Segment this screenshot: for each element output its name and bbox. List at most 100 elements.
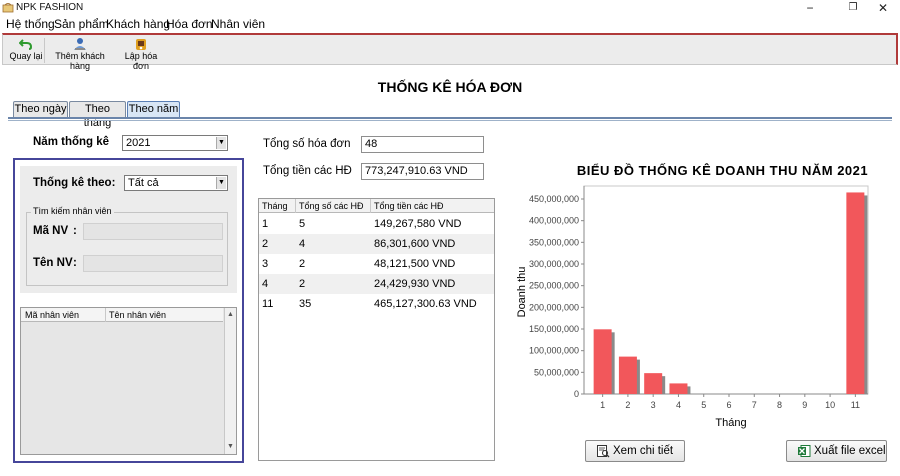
x-tick-label: 10 [825,400,835,410]
add-customer-label: Thêm khách hàng [55,51,105,71]
invoice-amount-cell: 465,127,300.63 VND [374,298,477,310]
x-tick-label: 8 [777,400,782,410]
employee-name-colon: : [73,257,77,269]
y-tick-label: 150,000,000 [529,324,579,334]
x-tick-label: 7 [752,400,757,410]
month-cell: 4 [262,278,269,290]
invoice-count-cell: 5 [299,218,306,230]
add-customer-button[interactable]: Thêm khách hàng [46,37,114,71]
employee-table-header: Mã nhân viên Tên nhân viên [21,308,223,322]
menu-system[interactable]: Hệ thống [6,17,55,31]
chevron-down-icon: ▼ [216,177,226,189]
table-row[interactable]: 11 35 465,127,300.63 VND [259,294,494,314]
menu-products[interactable]: Sản phẩm [54,17,109,31]
employee-id-colon: : [73,225,77,237]
invoice-icon [136,39,146,50]
table-row[interactable]: 4 2 24,429,930 VND [259,274,494,294]
scroll-up-icon[interactable]: ▲ [225,310,236,320]
employee-table-scrollbar[interactable]: ▲ ▼ [224,308,236,454]
y-tick-label: 100,000,000 [529,346,579,356]
menu-employees[interactable]: Nhân viên [211,17,265,31]
month-cell: 1 [262,218,269,230]
create-invoice-label: Lập hóa đơn [124,51,158,71]
chart-title: BIỂU ĐỒ THỐNG KÊ DOANH THU NĂM 2021 [576,163,869,178]
year-select[interactable]: 2021 ▼ [122,135,228,151]
undo-arrow-icon [19,39,33,50]
back-label: Quay lại [9,51,43,61]
y-tick-label: 250,000,000 [529,281,579,291]
filter-by-select-value: Tất cả [128,177,159,189]
x-axis: 1 2 3 4 5 6 7 8 9 10 11 [584,393,868,410]
view-detail-button[interactable]: Xem chi tiết [585,440,685,462]
tab-divider-secondary [8,120,892,121]
tab-divider [8,117,892,119]
y-tick-label: 350,000,000 [529,237,579,247]
column-divider [295,199,296,213]
tab-by-month[interactable]: Theo tháng [69,101,126,129]
table-row[interactable]: 2 4 86,301,600 VND [259,234,494,254]
scroll-down-icon[interactable]: ▼ [225,442,236,452]
x-tick-label: 9 [802,400,807,410]
bar [846,192,865,394]
invoice-amount-cell: 149,267,580 VND [374,218,462,230]
total-amount-field[interactable]: 773,247,910.63 VND [361,163,484,180]
chevron-down-icon: ▼ [216,137,226,149]
back-button[interactable]: Quay lại [9,37,43,64]
employee-name-field[interactable] [83,255,223,272]
menu-customers[interactable]: Khách hàng [106,17,170,31]
employee-name-column[interactable]: Tên nhân viên [109,310,166,320]
x-tick-label: 4 [676,400,681,410]
invoice-amount-cell: 24,429,930 VND [374,278,456,290]
y-tick-label: 50,000,000 [534,367,579,377]
x-tick-label: 1 [600,400,605,410]
invoice-count-cell: 35 [299,298,312,310]
restore-button[interactable]: ❐ [838,0,868,16]
invoice-count-column[interactable]: Tổng số các HĐ [299,201,364,211]
invoice-amount-column[interactable]: Tổng tiền các HĐ [374,201,444,211]
employee-id-field[interactable] [83,223,223,240]
x-tick-label: 3 [651,400,656,410]
x-axis-label: Tháng [715,417,746,429]
column-divider [370,199,371,213]
close-button[interactable]: ✕ [868,0,898,16]
revenue-bar-chart: 0 50,000,000 100,000,000 150,000,000 200,000… [516,185,869,429]
year-label: Năm thống kê [33,136,110,148]
excel-icon [798,445,811,457]
minimize-button[interactable]: − [795,0,825,16]
bar [593,329,612,394]
month-cell: 3 [262,258,269,270]
table-row[interactable]: 3 2 48,121,500 VND [259,254,494,274]
tab-by-year[interactable]: Theo năm [127,101,180,117]
toolbar-separator [44,38,45,63]
menu-invoices[interactable]: Hóa đơn [166,17,213,31]
menu-bar: Hệ thống Sản phẩm Khách hàng Hóa đơn Nhâ… [0,16,900,32]
total-invoices-label: Tổng số hóa đơn [263,138,351,150]
view-detail-label: Xem chi tiết [613,445,674,457]
bar [669,383,688,394]
export-excel-button[interactable]: Xuất file excel [786,440,887,462]
title-bar: NPK FASHION − ❐ ✕ [0,0,900,16]
employee-name-label: Tên NV [33,257,73,269]
y-axis: 0 50,000,000 100,000,000 150,000,000 200,000… [529,185,869,399]
toolbar: Quay lại Thêm khách hàng Lập hóa đơn [2,33,898,71]
create-invoice-button[interactable]: Lập hóa đơn [116,37,166,71]
bar [618,356,637,394]
month-column[interactable]: Tháng [262,201,288,211]
table-row[interactable]: 1 5 149,267,580 VND [259,214,494,234]
month-cell: 11 [262,298,274,310]
y-tick-label: 0 [574,389,579,399]
y-axis-label: Doanh thu [516,267,528,318]
employee-search-legend: Tìm kiếm nhân viên [31,206,114,216]
invoice-count-cell: 2 [299,278,306,290]
total-invoices-field[interactable]: 48 [361,136,484,153]
x-tick-label: 5 [701,400,706,410]
employee-table[interactable] [20,307,237,455]
tab-by-day[interactable]: Theo ngày [13,101,68,117]
filter-by-select[interactable]: Tất cả ▼ [124,175,228,191]
employee-id-column[interactable]: Mã nhân viên [25,310,79,320]
y-tick-label: 450,000,000 [529,194,579,204]
year-select-value: 2021 [126,137,151,149]
x-tick-label: 11 [851,400,860,410]
x-tick-label: 6 [726,400,731,410]
add-user-icon [74,38,86,50]
